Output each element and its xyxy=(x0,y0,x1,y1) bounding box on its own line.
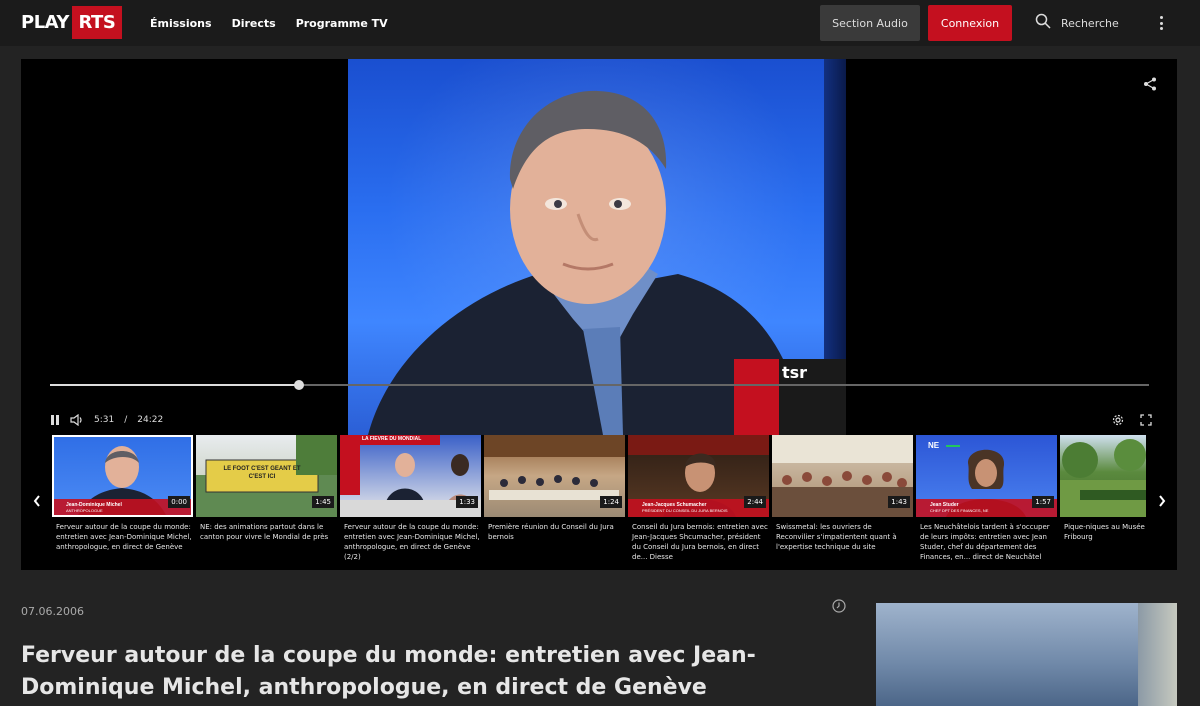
section-audio-button[interactable]: Section Audio xyxy=(820,5,920,41)
carousel-item[interactable]: LE FOOT C'EST GEANT ET C'EST ICI 1:45 NE… xyxy=(196,435,337,570)
carousel-item-title: Ferveur autour de la coupe du monde: ent… xyxy=(56,523,192,551)
carousel-item-title: Les Neuchâtelois tardent à s'occuper de … xyxy=(920,523,1050,561)
video-frame[interactable]: tsr xyxy=(348,59,846,435)
logo-rts-badge: RTS xyxy=(71,6,122,39)
carousel-item-title: Première réunion du Conseil du Jura bern… xyxy=(488,523,614,541)
carousel-item-title: NE: des animations partout dans le canto… xyxy=(200,523,329,541)
progress-knob[interactable] xyxy=(294,380,305,390)
progress-fill xyxy=(50,384,300,386)
duration-badge: 1:43 xyxy=(888,496,910,508)
region-badge: NE xyxy=(928,441,940,450)
login-button[interactable]: Connexion xyxy=(928,5,1012,41)
top-header: PLAY RTS Émissions Directs Programme TV … xyxy=(0,0,1200,46)
thumbnail-image xyxy=(1060,435,1146,517)
lower-third-sub: CHEF DPT DES FINANCES, NE xyxy=(930,508,989,513)
kebab-menu-icon[interactable] xyxy=(1155,13,1167,33)
lower-third-sub: ANTHROPOLOGUE xyxy=(66,508,103,513)
duration-badge: 1:45 xyxy=(312,496,334,508)
player-controls: 5:31 / 24:22 xyxy=(50,413,163,427)
banner-text: LA FIEVRE DU MONDIAL xyxy=(362,436,422,442)
carousel-item[interactable]: 1:24 Première réunion du Conseil du Jura… xyxy=(484,435,625,570)
duration-badge: 2:44 xyxy=(744,496,766,508)
carousel-item-title: Swissmetal: les ouvriers de Reconvilier … xyxy=(776,523,897,551)
time-separator: / xyxy=(124,415,128,425)
carousel-item-title: Ferveur autour de la coupe du monde: ent… xyxy=(344,523,480,561)
side-thumbnail[interactable] xyxy=(876,603,1177,706)
clock-icon xyxy=(832,599,846,618)
lower-third-sub: PRÉSIDENT DU CONSEIL DU JURA BERNOIS xyxy=(642,508,728,513)
time-total: 24:22 xyxy=(137,415,164,425)
pause-icon[interactable] xyxy=(50,415,60,425)
settings-icon[interactable] xyxy=(1112,413,1124,431)
chevron-right-icon[interactable] xyxy=(1155,489,1169,513)
duration-badge: 1:57 xyxy=(1032,496,1054,508)
banner-text: LE FOOT C'EST GEANT ET C'EST ICI xyxy=(223,466,301,480)
carousel-item[interactable]: 1:43 Swissmetal: les ouvriers de Reconvi… xyxy=(772,435,913,570)
related-videos-carousel: Jean-Dominique Michel ANTHROPOLOGUE 0:00… xyxy=(52,435,1146,570)
time-current: 5:31 xyxy=(94,415,115,425)
nav-programme-tv[interactable]: Programme TV xyxy=(296,17,388,30)
carousel-item[interactable]: LA FIEVRE DU MONDIAL 1:33 Ferveur autour… xyxy=(340,435,481,570)
channel-logo: tsr xyxy=(734,359,846,435)
nav-emissions[interactable]: Émissions xyxy=(150,17,212,30)
volume-icon[interactable] xyxy=(70,414,84,426)
duration-badge: 1:24 xyxy=(600,496,622,508)
carousel-item-title: Pique-niques au Musée d'Histoire de Frib… xyxy=(1064,523,1146,541)
carousel-item[interactable]: Jean-Dominique Michel ANTHROPOLOGUE 0:00… xyxy=(52,435,193,570)
search-icon xyxy=(1035,13,1051,34)
carousel-item-title: Conseil du Jura bernois: entretien avec … xyxy=(632,523,768,561)
duration-badge: 1:33 xyxy=(456,496,478,508)
page-title: Ferveur autour de la coupe du monde: ent… xyxy=(21,643,756,700)
main-nav: Émissions Directs Programme TV xyxy=(150,0,388,46)
logo-play-text: PLAY xyxy=(21,12,69,33)
carousel-item[interactable]: Pique-niques au Musée d'Histoire de Frib… xyxy=(1060,435,1146,570)
progress-bar[interactable] xyxy=(50,380,1149,390)
carousel-item[interactable]: Jean-Jacques Schumacher PRÉSIDENT DU CON… xyxy=(628,435,769,570)
publication-date: 07.06.2006 xyxy=(21,605,84,618)
chevron-left-icon[interactable] xyxy=(30,489,44,513)
play-rts-logo[interactable]: PLAY RTS xyxy=(21,6,122,39)
carousel-item[interactable]: NE Jean Studer CHEF DPT DES FINANCES, NE… xyxy=(916,435,1057,570)
video-player[interactable]: tsr 5:31 / 24:22 Jean-Dominique Michel A… xyxy=(21,59,1177,570)
nav-directs[interactable]: Directs xyxy=(232,17,276,30)
search-label: Recherche xyxy=(1061,16,1119,30)
fullscreen-icon[interactable] xyxy=(1140,413,1152,431)
share-icon[interactable] xyxy=(1143,77,1157,96)
search-button[interactable]: Recherche xyxy=(1035,10,1119,36)
duration-badge: 0:00 xyxy=(168,496,190,508)
